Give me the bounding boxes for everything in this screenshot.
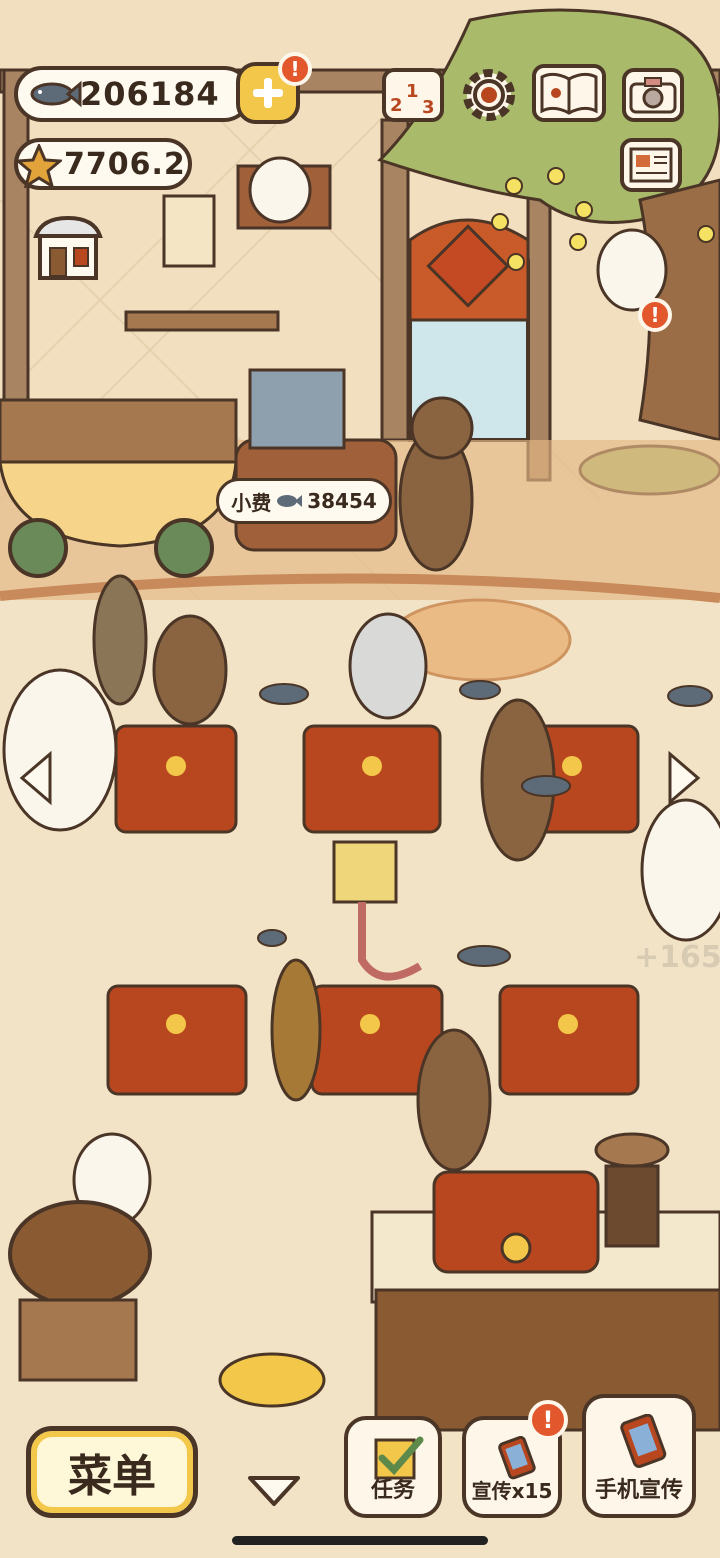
floating-gain-text: +1650 <box>634 940 720 975</box>
star-currency-display: 7706.2 <box>14 138 192 190</box>
settings-button[interactable] <box>458 64 520 126</box>
star-amount: 7706.2 <box>64 146 186 182</box>
scroll-right-arrow[interactable] <box>666 750 702 806</box>
camera-icon <box>629 77 677 114</box>
menu-button[interactable]: 菜单 <box>26 1426 198 1518</box>
checklist-icon <box>374 1436 424 1480</box>
tip-amount: 38454 <box>307 489 377 513</box>
scroll-left-arrow[interactable] <box>18 750 54 806</box>
tasks-button[interactable]: 任务 <box>344 1416 442 1518</box>
book-button[interactable] <box>532 64 606 122</box>
home-indicator[interactable] <box>232 1536 488 1545</box>
promo-alert-badge: ! <box>528 1400 568 1440</box>
phone-promo-label: 手机宣传 <box>594 1478 683 1503</box>
svg-text:3: 3 <box>422 97 435 117</box>
newspaper-icon <box>629 147 673 183</box>
chevron-right-icon <box>668 750 701 806</box>
phone-icon <box>498 1436 536 1480</box>
fish-icon <box>30 80 82 108</box>
fish-currency-display: 206184 <box>14 66 252 122</box>
cat-alert-badge[interactable]: ! <box>638 298 672 332</box>
tip-bubble[interactable]: 小费 38454 <box>216 478 392 524</box>
gear-icon <box>463 69 515 121</box>
book-icon <box>540 72 598 115</box>
fish-amount: 206184 <box>80 75 220 113</box>
restaurant-scene <box>0 0 720 1558</box>
collapse-button[interactable] <box>244 1470 304 1510</box>
chevron-left-icon <box>19 750 52 806</box>
plus-icon <box>253 78 283 108</box>
shop-icon <box>33 215 103 280</box>
star-icon <box>16 144 62 188</box>
newspaper-button[interactable] <box>620 138 682 192</box>
chevron-down-icon <box>248 1476 300 1506</box>
ranking-button[interactable]: 2 1 3 <box>382 68 444 122</box>
buy-currency-alert-badge: ! <box>278 52 312 86</box>
svg-text:2: 2 <box>390 95 403 116</box>
phone-promo-button[interactable]: 手机宣传 <box>582 1394 696 1518</box>
fish-icon <box>277 495 303 507</box>
camera-button[interactable] <box>622 68 684 122</box>
svg-text:1: 1 <box>406 81 419 102</box>
phone-icon <box>620 1414 667 1468</box>
tip-label: 小费 <box>231 490 272 515</box>
shop-button[interactable] <box>32 214 104 282</box>
ranking-icon: 2 1 3 <box>390 81 435 117</box>
